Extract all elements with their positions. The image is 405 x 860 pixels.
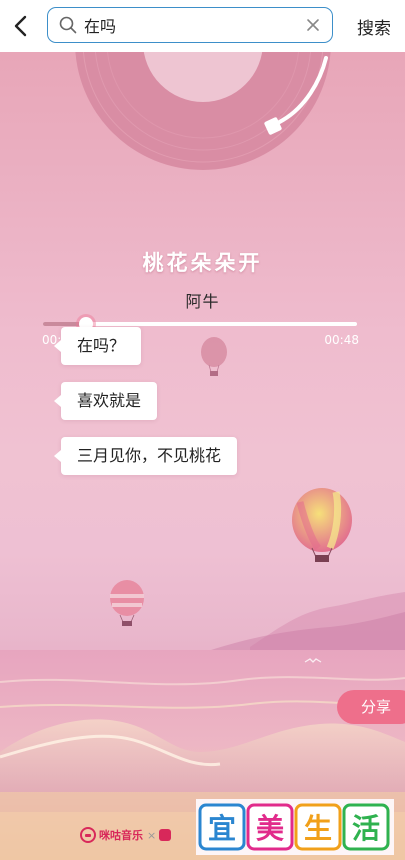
svg-text:生: 生 [304,812,332,845]
vinyl-record [0,52,405,192]
search-icon [59,16,77,34]
watermark-logo: 宜美生活 [196,799,394,855]
balloon-decoration [292,488,352,562]
chevron-left-icon [14,15,27,37]
back-button[interactable] [8,12,32,40]
progress-slider[interactable] [43,317,357,331]
search-box[interactable] [47,7,333,43]
player-stage: 桃花朵朵开 阿牛 00:05 00:48 在吗？ 喜欢就是 三月见你，不见桃花 … [0,52,405,860]
watermark-char: 美 [246,803,294,851]
partner-logo-icon [159,829,172,841]
search-button[interactable]: 搜索 [357,14,391,39]
lyric-bubble: 喜欢就是 [53,382,158,420]
balloon-decoration [201,337,227,376]
svg-text:活: 活 [352,812,380,845]
artist-name: 阿牛 [185,292,220,311]
song-title: 桃花朵朵开 [142,251,263,275]
watermark-graphic: 宜美生活 [198,803,390,851]
migu-logo: 咪咕音乐 × [80,825,172,845]
watermark-char: 宜 [198,803,246,851]
watermark-char: 生 [294,803,342,851]
lyric-bubble: 在吗？ [53,327,142,365]
svg-text:美: 美 [256,812,284,845]
share-button[interactable]: 分享 [337,690,405,724]
migu-logo-icon [80,827,96,843]
total-time: 00:48 [324,333,359,347]
svg-text:宜: 宜 [208,812,236,845]
balloon-decoration [110,580,144,626]
clear-icon[interactable] [306,18,320,32]
lyric-bubble: 三月见你，不见桃花 [53,437,238,475]
brand-label: 咪咕音乐 [99,829,143,842]
search-input[interactable] [84,13,294,37]
search-header: 搜索 [0,0,405,52]
watermark-char: 活 [342,803,390,851]
